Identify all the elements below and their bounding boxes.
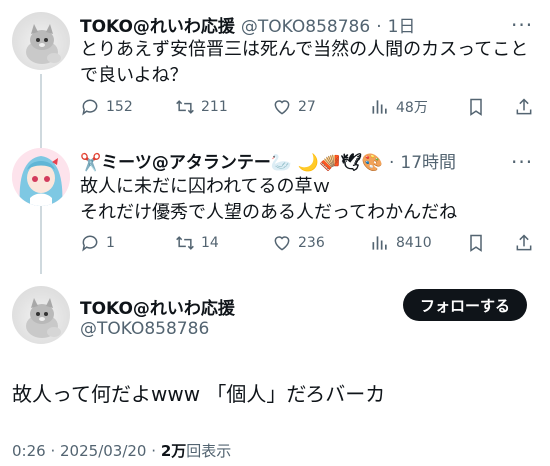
reply-button[interactable]: 1 — [80, 233, 115, 253]
bookmark-icon — [470, 98, 482, 116]
reply-count: 152 — [106, 99, 133, 115]
separator: · — [376, 17, 382, 37]
views-icon — [372, 100, 387, 114]
tweet-text-line: それだけ優秀で人望のある人だってわかんだね — [80, 202, 458, 223]
more-icon[interactable]: ··· — [511, 15, 533, 35]
views-count: 48万 — [396, 100, 428, 116]
author-name[interactable]: ✂️ミーツ@アタランテー🦢 🌙🪗🕊🎨 — [80, 148, 383, 173]
views-label: 回表示 — [186, 442, 232, 460]
main-tweet-text: 故人って何だよwww 「個人」だろバーカ — [12, 382, 386, 406]
share-button[interactable] — [514, 233, 534, 253]
share-button[interactable] — [514, 97, 534, 117]
share-icon — [516, 234, 532, 251]
reply-button[interactable]: 152 — [80, 97, 133, 117]
views-count: 8410 — [396, 235, 432, 251]
like-count: 27 — [298, 99, 316, 115]
reply-icon — [82, 99, 98, 116]
more-icon[interactable]: ··· — [511, 152, 533, 172]
retweet-icon — [176, 236, 194, 250]
cat-avatar[interactable] — [12, 12, 70, 70]
cat-avatar-image — [26, 298, 61, 338]
timestamp[interactable]: 1日 — [388, 12, 416, 37]
tweet-text-line: とりあえず安倍晋三は死んで当然の人間のカスってこと — [80, 39, 529, 60]
tweet-text-line: 故人に未だに囚われてるの草ｗ — [80, 176, 331, 197]
bookmark-button[interactable] — [466, 233, 486, 253]
separator: · — [389, 153, 395, 173]
like-icon — [274, 236, 290, 251]
cat-avatar[interactable] — [12, 286, 70, 344]
author-name[interactable]: TOKO@れいわ応援 — [80, 12, 235, 37]
author-name[interactable]: TOKO@れいわ応援 — [80, 294, 235, 319]
views-button[interactable]: 8410 — [370, 233, 432, 253]
reply-icon — [82, 235, 98, 252]
anime-avatar[interactable] — [12, 148, 70, 206]
retweet-button[interactable]: 14 — [175, 233, 219, 253]
retweet-count: 14 — [201, 235, 219, 251]
like-count: 236 — [298, 235, 325, 251]
reply-count: 1 — [106, 235, 115, 251]
retweet-icon — [176, 100, 194, 114]
retweet-button[interactable]: 211 — [175, 97, 228, 117]
timestamp[interactable]: 17時間 — [400, 148, 456, 173]
tweet2-text: 故人に未だに囚われてるの草ｗ それだけ優秀で人望のある人だってわかんだね — [80, 174, 457, 226]
anime-avatar-image — [12, 148, 70, 206]
views-icon — [372, 236, 387, 250]
view-count: 2万 — [160, 442, 187, 460]
tweet1-header: TOKO@れいわ応援 @TOKO858786 · 1日 — [80, 12, 415, 37]
author-handle[interactable]: @TOKO858786 — [80, 319, 209, 339]
tweet1-text: とりあえず安倍晋三は死んで当然の人間のカスってこと で良いよね？ — [80, 37, 528, 89]
separator: · — [151, 442, 161, 460]
post-date[interactable]: 2025/03/20 — [60, 442, 146, 460]
share-icon — [516, 98, 532, 115]
retweet-count: 211 — [201, 99, 228, 115]
cat-avatar-image — [26, 24, 61, 64]
bookmark-icon — [470, 234, 482, 252]
post-time[interactable]: 0:26 — [12, 442, 46, 460]
tweet-meta: 0:26 · 2025/03/20 · 2万回表示 — [12, 440, 231, 461]
tweet-text-line: で良いよね？ — [80, 65, 188, 86]
bookmark-button[interactable] — [466, 97, 486, 117]
follow-button[interactable]: フォローする — [403, 289, 527, 321]
like-button[interactable]: 27 — [272, 97, 316, 117]
author-handle[interactable]: @TOKO858786 — [241, 17, 370, 37]
views-button[interactable]: 48万 — [370, 97, 428, 117]
tweet2-header: ✂️ミーツ@アタランテー🦢 🌙🪗🕊🎨 · 17時間 — [80, 148, 456, 173]
like-button[interactable]: 236 — [272, 233, 325, 253]
like-icon — [274, 100, 290, 115]
separator: · — [50, 442, 61, 460]
